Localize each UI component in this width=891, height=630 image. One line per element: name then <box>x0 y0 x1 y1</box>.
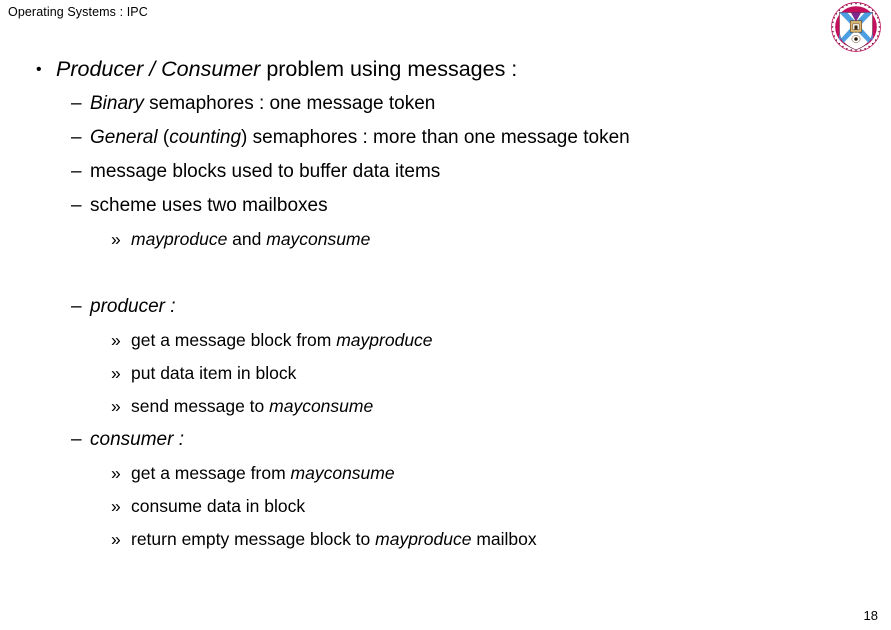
university-crest-icon <box>827 1 885 53</box>
bullet-marker-icon: – <box>71 429 82 450</box>
text-run: mayproduce <box>336 330 433 350</box>
bullet-marker-icon: – <box>71 195 82 216</box>
bullet-text: Producer / Consumer problem using messag… <box>56 57 517 81</box>
text-run: send message to <box>131 396 270 416</box>
bullet-marker-icon: » <box>111 363 121 383</box>
text-run: message blocks used to buffer data items <box>90 161 441 182</box>
text-run: get a message block from <box>131 330 337 350</box>
bullet-marker-icon: – <box>71 93 82 114</box>
bullet-producer-put-data: » put data item in block <box>0 357 891 390</box>
bullet-binary-semaphores: – Binary semaphores : one message token <box>0 87 891 121</box>
bullet-consumer-heading: – consumer : <box>0 423 891 457</box>
bullet-text: consumer : <box>90 429 184 450</box>
text-run: Producer / Consumer <box>56 57 267 81</box>
bullet-text: get a message block from mayproduce <box>131 330 433 350</box>
bullet-producer-heading: – producer : <box>0 290 891 324</box>
bullet-marker-icon: – <box>71 161 82 182</box>
text-run: mayconsume <box>266 229 371 249</box>
bullet-consumer-get-message: » get a message from mayconsume <box>0 457 891 490</box>
bullet-text: put data item in block <box>131 363 296 383</box>
blank-spacer <box>0 256 891 290</box>
bullet-marker-icon: – <box>71 296 82 317</box>
bullet-text: send message to mayconsume <box>131 396 373 416</box>
text-run: scheme uses two mailboxes <box>90 195 328 216</box>
text-run: mayproduce <box>131 229 228 249</box>
bullet-consumer-consume-data: » consume data in block <box>0 490 891 523</box>
bullet-consumer-return-block: » return empty message block to mayproduc… <box>0 523 891 556</box>
bullet-producer-consumer: • Producer / Consumer problem using messa… <box>0 52 891 87</box>
bullet-marker-icon: » <box>111 229 121 249</box>
bullet-message-blocks: – message blocks used to buffer data item… <box>0 155 891 189</box>
text-run: return empty message block to <box>131 529 376 549</box>
text-run: mayconsume <box>290 463 395 483</box>
bullet-marker-icon: » <box>111 529 121 549</box>
text-run: and <box>227 229 267 249</box>
bullet-producer-send-message: » send message to mayconsume <box>0 390 891 423</box>
bullet-producer-get-block: » get a message block from mayproduce <box>0 324 891 357</box>
text-run: get a message from <box>131 463 291 483</box>
text-run: semaphores : one message token <box>149 93 436 114</box>
text-run: consumer : <box>90 429 184 450</box>
bullet-general-semaphores: – General (counting) semaphores : more th… <box>0 121 891 155</box>
text-run: problem using messages : <box>266 57 518 81</box>
bullet-two-mailboxes: – scheme uses two mailboxes <box>0 189 891 223</box>
text-run: ) semaphores : more than one message tok… <box>241 127 630 148</box>
bullet-text: return empty message block to mayproduce… <box>131 529 537 549</box>
bullet-text: get a message from mayconsume <box>131 463 395 483</box>
bullet-marker-icon: » <box>111 330 121 350</box>
bullet-text: scheme uses two mailboxes <box>90 195 328 216</box>
bullet-text: General (counting) semaphores : more tha… <box>90 127 630 148</box>
slide-body: • Producer / Consumer problem using messa… <box>0 52 891 556</box>
bullet-mailbox-names: » mayproduce and mayconsume <box>0 223 891 256</box>
bullet-text: message blocks used to buffer data items <box>90 161 440 182</box>
text-run: mayconsume <box>269 396 374 416</box>
bullet-marker-icon: » <box>111 496 121 516</box>
text-run: put data item in block <box>131 363 297 383</box>
text-run: Binary <box>90 93 150 114</box>
text-run: General <box>90 127 163 148</box>
page-number: 18 <box>863 608 878 623</box>
bullet-text: producer : <box>90 296 176 317</box>
bullet-marker-icon: » <box>111 396 121 416</box>
bullet-text: Binary semaphores : one message token <box>90 93 435 114</box>
text-run: producer : <box>90 296 176 317</box>
bullet-marker-icon: • <box>36 61 42 78</box>
text-run: mailbox <box>471 529 537 549</box>
bullet-marker-icon: » <box>111 463 121 483</box>
bullet-marker-icon: – <box>71 127 82 148</box>
text-run: counting <box>169 127 242 148</box>
bullet-text: consume data in block <box>131 496 305 516</box>
text-run: mayproduce <box>375 529 472 549</box>
text-run: consume data in block <box>131 496 306 516</box>
slide-header-title: Operating Systems : IPC <box>8 5 148 19</box>
bullet-text: mayproduce and mayconsume <box>131 229 370 249</box>
